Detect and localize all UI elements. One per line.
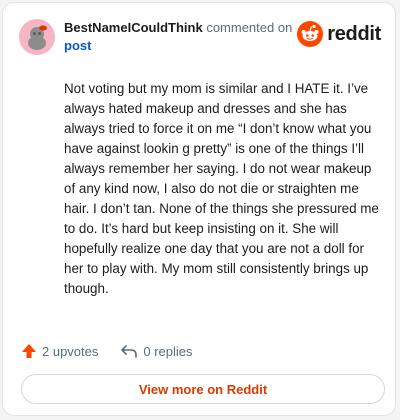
upvote-button[interactable]: 2 upvotes (21, 343, 98, 359)
avatar[interactable] (19, 19, 55, 55)
upvote-count: 2 upvotes (42, 343, 99, 359)
view-more-button[interactable]: View more on Reddit (21, 374, 385, 404)
reddit-wordmark: reddit (327, 22, 381, 45)
author-name[interactable]: BestNameICouldThink (64, 20, 203, 35)
comment-actions: 2 upvotes 0 replies (21, 342, 215, 360)
reply-count: 0 replies (143, 343, 193, 359)
reply-arrow-icon (121, 345, 138, 358)
reddit-logo[interactable]: reddit (297, 21, 381, 47)
upvote-arrow-icon (22, 344, 36, 358)
action-text: commented on (206, 20, 293, 35)
comment-body: Not voting but my mom is similar and I H… (64, 81, 379, 296)
post-link[interactable]: post (64, 37, 294, 55)
reply-button[interactable]: 0 replies (120, 343, 193, 359)
embed-card: BestNameICouldThink commented on post re… (2, 2, 396, 416)
comment-header: BestNameICouldThink commented on post (64, 19, 294, 55)
reddit-snoo-icon (297, 21, 324, 47)
